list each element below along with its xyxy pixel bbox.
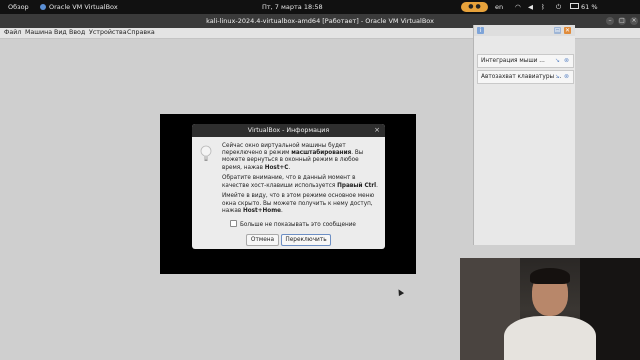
menu-view[interactable]: Вид xyxy=(54,28,67,38)
notification-mouse-integration[interactable]: Интеграция мыши ... ↘ ⊗ xyxy=(477,54,574,68)
switch-button[interactable]: Переключить xyxy=(281,234,331,246)
info-dialog: VirtualBox - Информация × Сейчас окно ви… xyxy=(192,124,385,249)
clear-all-icon[interactable]: ✕ xyxy=(564,27,571,34)
menu-devices[interactable]: Устройства xyxy=(89,28,127,38)
notification-header: i ⊟ ✕ xyxy=(474,25,575,36)
menu-help[interactable]: Справка xyxy=(127,28,155,38)
pin-icon[interactable]: ↘ xyxy=(555,55,560,67)
window-title: kali-linux-2024.4-virtualbox-amd64 [Рабо… xyxy=(206,17,434,25)
top-bar: Обзор Oracle VM VirtualBox Пт, 7 марта 1… xyxy=(0,0,640,14)
notification-center: i ⊟ ✕ Интеграция мыши ... ↘ ⊗ Автозахват… xyxy=(473,25,575,245)
app-menu[interactable]: Oracle VM VirtualBox xyxy=(40,0,118,14)
dont-show-again-label: Больше не показывать это сообщение xyxy=(240,222,356,228)
cancel-button[interactable]: Отмена xyxy=(246,234,279,246)
virtualbox-icon xyxy=(40,4,46,10)
app-name: Oracle VM VirtualBox xyxy=(49,3,118,11)
battery-percent: 61 % xyxy=(581,3,598,11)
dialog-titlebar[interactable]: VirtualBox - Информация × xyxy=(192,124,385,137)
info-icon: i xyxy=(477,27,484,34)
webcam-overlay xyxy=(460,258,640,360)
collapse-icon[interactable]: ⊟ xyxy=(554,27,561,34)
message-paragraph-3: Имейте в виду, что в этом режиме основно… xyxy=(222,193,375,214)
minimize-icon[interactable]: – xyxy=(606,17,614,25)
keyboard-layout[interactable]: en xyxy=(495,0,503,14)
maximize-icon[interactable]: □ xyxy=(618,17,626,25)
notification-keyboard-capture[interactable]: Автозахват клавиатуры ... ↘ ⊗ xyxy=(477,70,574,84)
lightbulb-icon xyxy=(200,145,212,161)
message-paragraph-1: Сейчас окно виртуальной машины будет пер… xyxy=(222,143,364,171)
pin-icon[interactable]: ↘ xyxy=(555,71,560,83)
person-body xyxy=(504,316,596,360)
dont-show-again-checkbox[interactable] xyxy=(230,220,237,227)
close-window-icon[interactable]: × xyxy=(630,17,638,25)
dialog-close-button[interactable]: × xyxy=(374,124,380,137)
dialog-title: VirtualBox - Информация xyxy=(247,127,330,134)
wifi-icon[interactable]: ◠ xyxy=(515,0,521,14)
menu-machine[interactable]: Машина xyxy=(25,28,52,38)
menu-file[interactable]: Файл xyxy=(4,28,21,38)
menu-input[interactable]: Ввод xyxy=(69,28,85,38)
power-icon[interactable]: ⏻ xyxy=(556,0,561,14)
clock[interactable]: Пт, 7 марта 18:58 xyxy=(262,0,323,14)
overview-button[interactable]: Обзор xyxy=(8,0,29,14)
volume-icon[interactable]: ◀ xyxy=(528,0,533,14)
recording-indicator[interactable]: ● ● xyxy=(461,2,488,12)
close-icon[interactable]: ⊗ xyxy=(564,55,569,67)
dialog-message: Сейчас окно виртуальной машины будет пер… xyxy=(222,143,379,219)
message-paragraph-2: Обратите внимание, что в данный момент в… xyxy=(222,175,378,189)
battery-indicator[interactable]: 61 % xyxy=(570,0,598,14)
battery-icon xyxy=(570,3,579,9)
person-hair xyxy=(530,268,570,284)
close-icon[interactable]: ⊗ xyxy=(564,71,569,83)
bluetooth-icon[interactable]: ᛒ xyxy=(541,0,545,14)
dont-show-again-row[interactable]: Больше не показывать это сообщение xyxy=(230,220,356,228)
